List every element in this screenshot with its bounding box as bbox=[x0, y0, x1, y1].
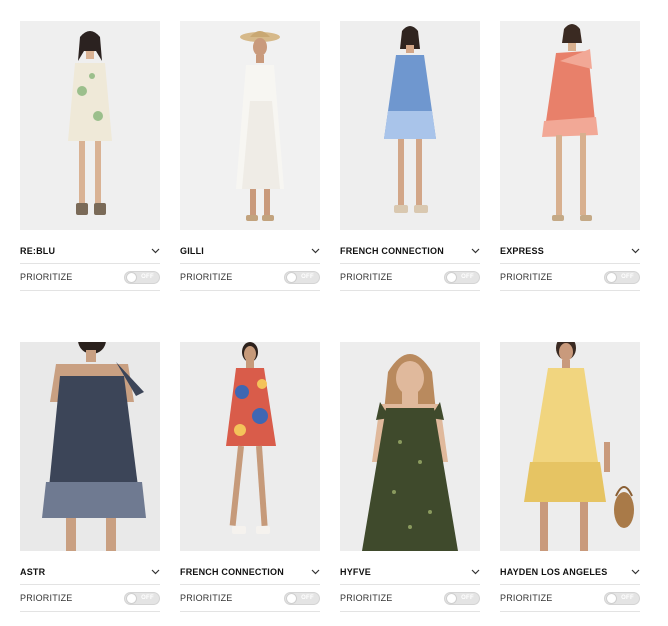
model-image bbox=[180, 21, 320, 230]
brand-name: ASTR bbox=[20, 567, 46, 577]
brand-dropdown[interactable]: HAYDEN LOS ANGELES bbox=[500, 560, 640, 585]
brand-name: FRENCH CONNECTION bbox=[340, 246, 444, 256]
product-photo[interactable] bbox=[340, 342, 480, 551]
toggle-state: OFF bbox=[461, 594, 474, 601]
toggle-state: OFF bbox=[141, 273, 154, 280]
toggle-state: OFF bbox=[301, 594, 314, 601]
brand-dropdown[interactable]: EXPRESS bbox=[500, 239, 640, 264]
product-photo[interactable] bbox=[180, 342, 320, 551]
prioritize-label: PRIORITIZE bbox=[180, 272, 233, 282]
prioritize-toggle[interactable]: OFF bbox=[284, 270, 320, 284]
prioritize-label: PRIORITIZE bbox=[500, 593, 553, 603]
toggle-knob bbox=[446, 592, 457, 604]
brand-name: HAYDEN LOS ANGELES bbox=[500, 567, 608, 577]
toggle-state: OFF bbox=[141, 594, 154, 601]
product-photo[interactable] bbox=[340, 21, 480, 230]
toggle-knob bbox=[606, 592, 617, 604]
prioritize-toggle[interactable]: OFF bbox=[124, 591, 160, 605]
toggle-state: OFF bbox=[621, 273, 634, 280]
prioritize-row: PRIORITIZE OFF bbox=[340, 585, 480, 612]
brand-name: GILLI bbox=[180, 246, 204, 256]
toggle-knob bbox=[286, 592, 297, 604]
chevron-down-icon[interactable] bbox=[310, 567, 320, 577]
toggle-state: OFF bbox=[301, 273, 314, 280]
product-photo[interactable] bbox=[500, 21, 640, 230]
brand-name: FRENCH CONNECTION bbox=[180, 567, 284, 577]
product-photo[interactable] bbox=[20, 342, 160, 551]
toggle-knob bbox=[446, 271, 457, 283]
chevron-down-icon[interactable] bbox=[470, 246, 480, 256]
brand-name: RE:BLU bbox=[20, 246, 56, 256]
prioritize-label: PRIORITIZE bbox=[340, 272, 393, 282]
prioritize-label: PRIORITIZE bbox=[20, 593, 73, 603]
brand-dropdown[interactable]: FRENCH CONNECTION bbox=[340, 239, 480, 264]
prioritize-row: PRIORITIZE OFF bbox=[180, 585, 320, 612]
chevron-down-icon[interactable] bbox=[630, 567, 640, 577]
prioritize-toggle[interactable]: OFF bbox=[604, 270, 640, 284]
toggle-state: OFF bbox=[621, 594, 634, 601]
chevron-down-icon[interactable] bbox=[150, 567, 160, 577]
prioritize-label: PRIORITIZE bbox=[180, 593, 233, 603]
brand-name: HYFVE bbox=[340, 567, 372, 577]
prioritize-row: PRIORITIZE OFF bbox=[500, 585, 640, 612]
chevron-down-icon[interactable] bbox=[150, 246, 160, 256]
product-photo[interactable] bbox=[500, 342, 640, 551]
chevron-down-icon[interactable] bbox=[470, 567, 480, 577]
toggle-knob bbox=[126, 271, 137, 283]
prioritize-label: PRIORITIZE bbox=[500, 272, 553, 282]
chevron-down-icon[interactable] bbox=[630, 246, 640, 256]
model-image bbox=[180, 342, 320, 551]
brand-dropdown[interactable]: GILLI bbox=[180, 239, 320, 264]
toggle-state: OFF bbox=[461, 273, 474, 280]
prioritize-toggle[interactable]: OFF bbox=[444, 270, 480, 284]
prioritize-label: PRIORITIZE bbox=[340, 593, 393, 603]
brand-dropdown[interactable]: ASTR bbox=[20, 560, 160, 585]
prioritize-row: PRIORITIZE OFF bbox=[500, 264, 640, 291]
prioritize-row: PRIORITIZE OFF bbox=[20, 264, 160, 291]
prioritize-toggle[interactable]: OFF bbox=[284, 591, 320, 605]
prioritize-toggle[interactable]: OFF bbox=[444, 591, 480, 605]
prioritize-label: PRIORITIZE bbox=[20, 272, 73, 282]
model-image bbox=[20, 21, 160, 230]
model-image bbox=[340, 342, 480, 551]
chevron-down-icon[interactable] bbox=[310, 246, 320, 256]
brand-dropdown[interactable]: RE:BLU bbox=[20, 239, 160, 264]
brand-dropdown[interactable]: FRENCH CONNECTION bbox=[180, 560, 320, 585]
prioritize-toggle[interactable]: OFF bbox=[124, 270, 160, 284]
toggle-knob bbox=[126, 592, 137, 604]
brand-dropdown[interactable]: HYFVE bbox=[340, 560, 480, 585]
toggle-knob bbox=[606, 271, 617, 283]
toggle-knob bbox=[286, 271, 297, 283]
product-photo[interactable] bbox=[180, 21, 320, 230]
model-image bbox=[500, 21, 640, 230]
brand-name: EXPRESS bbox=[500, 246, 544, 256]
model-image bbox=[500, 342, 640, 551]
model-image bbox=[340, 21, 480, 230]
model-image bbox=[20, 342, 160, 551]
product-photo[interactable] bbox=[20, 21, 160, 230]
prioritize-toggle[interactable]: OFF bbox=[604, 591, 640, 605]
prioritize-row: PRIORITIZE OFF bbox=[180, 264, 320, 291]
prioritize-row: PRIORITIZE OFF bbox=[20, 585, 160, 612]
prioritize-row: PRIORITIZE OFF bbox=[340, 264, 480, 291]
